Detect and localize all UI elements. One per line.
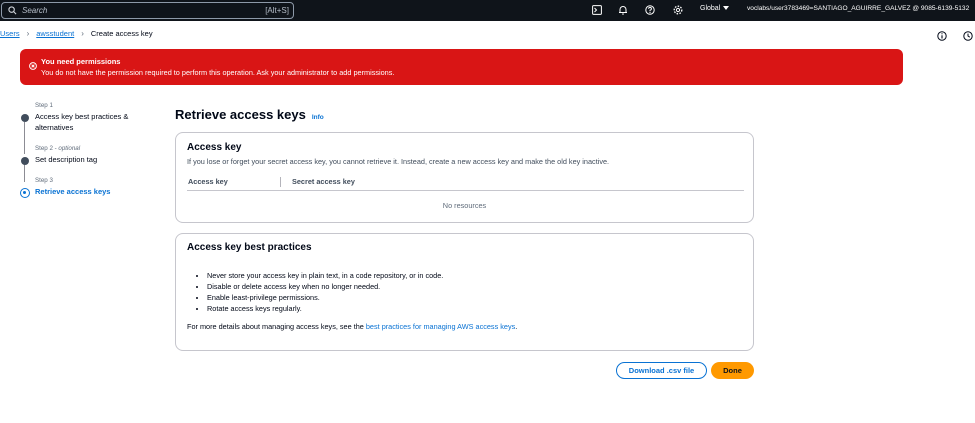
- step-2-label: Step 2 - optional: [35, 145, 81, 152]
- column-access-key: Access key: [187, 176, 281, 187]
- breadcrumb-awsstudent[interactable]: awsstudent: [36, 29, 74, 38]
- best-practices-link[interactable]: best practices for managing AWS access k…: [366, 322, 515, 331]
- list-item: Rotate access keys regularly.: [207, 303, 443, 314]
- step-1-title[interactable]: Access key best practices & alternatives: [35, 111, 150, 133]
- cloudshell-icon[interactable]: [590, 3, 604, 17]
- search-placeholder: Search: [22, 6, 48, 15]
- error-alert: You need permissions You do not have the…: [20, 49, 903, 85]
- search-input[interactable]: Search [Alt+S]: [1, 2, 294, 19]
- chevron-right-icon: ›: [81, 28, 84, 38]
- region-selector[interactable]: Global: [700, 5, 730, 12]
- top-navigation: Search [Alt+S] Global voclabs/user378346…: [0, 0, 975, 21]
- alert-title: You need permissions: [41, 57, 121, 66]
- gear-icon[interactable]: [671, 3, 685, 17]
- best-practices-heading: Access key best practices: [187, 242, 312, 253]
- bell-icon[interactable]: [616, 3, 630, 17]
- step-3-title: Retrieve access keys: [35, 187, 111, 196]
- list-item: Enable least-privilege permissions.: [207, 292, 443, 303]
- step-3: Step 3 Retrieve access keys: [20, 177, 150, 198]
- error-icon: [29, 57, 37, 75]
- step-complete-icon: [21, 157, 29, 165]
- download-csv-button[interactable]: Download .csv file: [616, 362, 707, 379]
- access-key-table-header: Access key Secret access key: [187, 173, 744, 191]
- access-key-heading: Access key: [187, 142, 242, 153]
- search-icon: [4, 6, 20, 15]
- caret-down-icon: [723, 5, 730, 12]
- access-key-card: Access key If you lose or forget your se…: [175, 132, 754, 223]
- help-icon[interactable]: [643, 3, 657, 17]
- step-1: Step 1 Access key best practices & alter…: [20, 102, 150, 145]
- breadcrumb-current: Create access key: [90, 28, 153, 38]
- step-3-label: Step 3: [35, 177, 53, 184]
- done-button[interactable]: Done: [711, 362, 754, 379]
- empty-state: No resources: [442, 201, 487, 210]
- wizard-steps: Step 1 Access key best practices & alter…: [20, 102, 150, 198]
- page-title-text: Retrieve access keys: [175, 107, 306, 122]
- region-label: Global: [700, 5, 721, 12]
- step-current-icon: [20, 188, 30, 198]
- breadcrumb: Users › awsstudent › Create access key: [0, 27, 153, 39]
- account-menu[interactable]: voclabs/user3783469=SANTIAGO_AGUIRRE_GAL…: [747, 5, 969, 12]
- history-icon[interactable]: [963, 28, 974, 41]
- step-1-label: Step 1: [35, 102, 53, 109]
- info-link[interactable]: Info: [312, 114, 324, 121]
- search-shortcut: [Alt+S]: [265, 6, 289, 15]
- list-item: Never store your access key in plain tex…: [207, 270, 443, 281]
- column-secret-access-key: Secret access key: [292, 177, 355, 186]
- step-2: Step 2 - optional Set description tag: [20, 145, 150, 177]
- more-details-text: For more details about managing access k…: [187, 322, 518, 331]
- chevron-right-icon: ›: [26, 28, 30, 38]
- list-item: Disable or delete access key when no lon…: [207, 281, 443, 292]
- info-circle-icon[interactable]: [937, 28, 948, 41]
- alert-message: You do not have the permission required …: [41, 68, 395, 77]
- best-practices-card: Access key best practices Never store yo…: [175, 233, 754, 351]
- best-practices-list: Never store your access key in plain tex…: [197, 270, 443, 314]
- step-2-title[interactable]: Set description tag: [35, 154, 150, 165]
- breadcrumb-users[interactable]: Users: [0, 29, 20, 38]
- step-complete-icon: [21, 114, 29, 122]
- access-key-description: If you lose or forget your secret access…: [187, 157, 610, 166]
- page-title: Retrieve access keys Info: [175, 107, 324, 122]
